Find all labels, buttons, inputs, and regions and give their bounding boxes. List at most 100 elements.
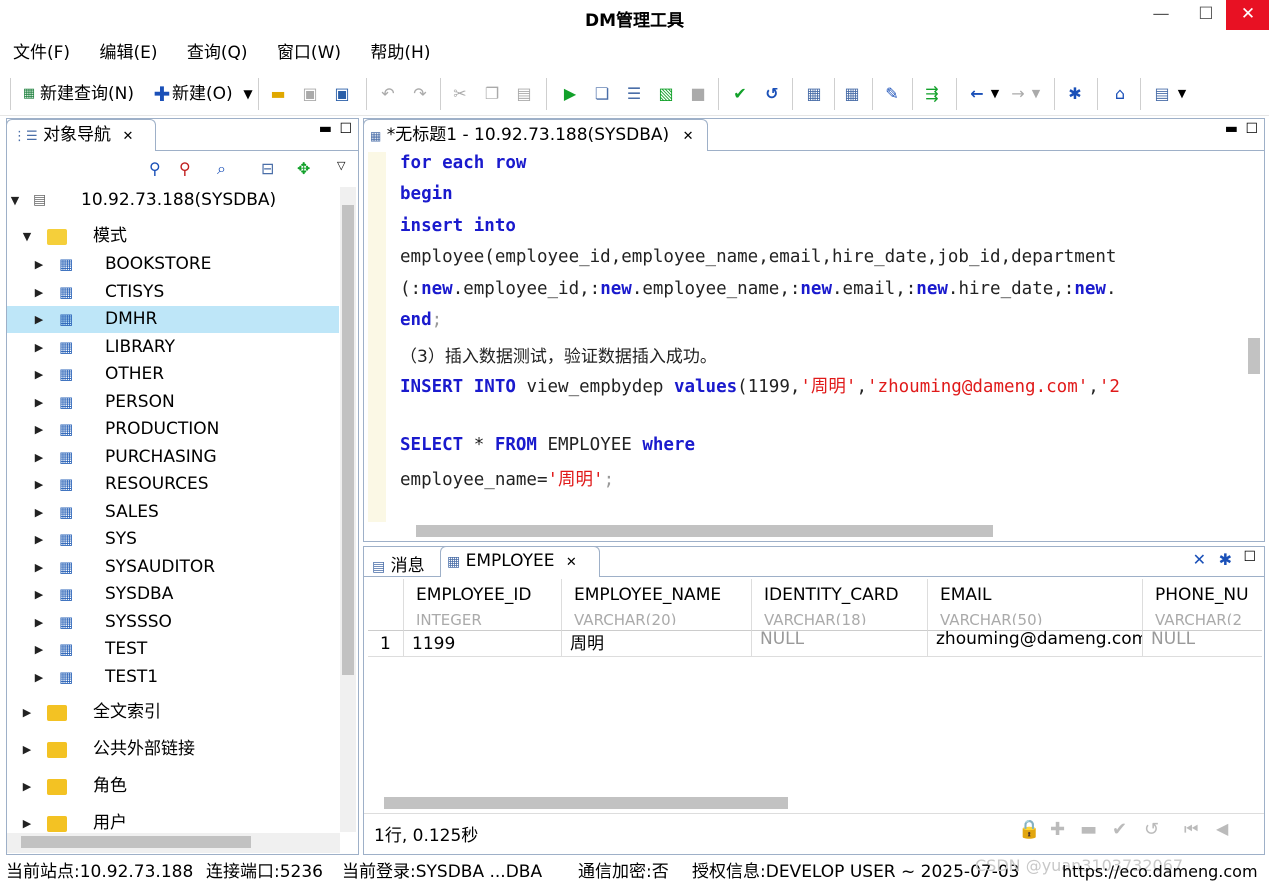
expand-arrow-icon[interactable]: ▶ — [33, 306, 45, 333]
expand-arrow-icon[interactable]: ▶ — [33, 444, 45, 471]
search-icon[interactable]: ⌕ — [217, 159, 226, 179]
save-changes-icon[interactable]: ✔ — [1112, 819, 1127, 840]
execute-selection-icon[interactable]: ☰ — [624, 84, 644, 104]
expand-arrow-icon[interactable]: ▶ — [33, 361, 45, 388]
tree-horizontal-scrollbar[interactable] — [7, 833, 340, 853]
minimize-button[interactable]: — — [1139, 0, 1183, 30]
expand-arrow-icon[interactable]: ▶ — [21, 699, 33, 726]
menu-file[interactable]: 文件(F) — [13, 38, 70, 68]
bug-icon[interactable]: ✱ — [1065, 84, 1085, 104]
expand-arrow-icon[interactable]: ▶ — [33, 636, 45, 663]
editor-horizontal-scrollbar[interactable] — [400, 523, 1246, 539]
tree-folder-users[interactable]: ▶ 用户 — [7, 810, 339, 833]
column-header[interactable]: IDENTITY_CARD VARCHAR(18) — [752, 579, 928, 631]
home-icon[interactable]: ⌂ — [1110, 84, 1130, 104]
lock-icon[interactable]: 🔒 — [1018, 819, 1040, 840]
close-tab-icon[interactable]: ✕ — [566, 555, 577, 570]
tree-folder-public-link[interactable]: ▶ 公共外部链接 — [7, 736, 339, 763]
row-number[interactable]: 1 — [368, 631, 404, 657]
tree-schema-item[interactable]: ▶ ▦ OTHER — [7, 361, 339, 388]
connect-icon[interactable]: ⚲ — [149, 159, 161, 178]
pin-icon[interactable]: ✕ — [1193, 550, 1206, 569]
table-cell[interactable]: zhouming@dameng.com — [928, 631, 1143, 657]
tree-folder-roles[interactable]: ▶ 角色 — [7, 773, 339, 800]
rollback-icon[interactable]: ↺ — [762, 84, 782, 104]
expand-arrow-icon[interactable]: ▶ — [33, 664, 45, 691]
tree-schema-item[interactable]: ▶ ▦ SYS — [7, 526, 339, 553]
layout-dropdown-icon[interactable]: ▼ — [1172, 84, 1192, 104]
first-page-icon[interactable]: ⏮ — [1184, 819, 1198, 839]
expand-arrow-icon[interactable]: ▶ — [33, 554, 45, 581]
expand-arrow-icon[interactable]: ▶ — [21, 810, 33, 833]
minimize-view-icon[interactable]: ▬ — [1225, 121, 1238, 137]
explain-icon[interactable]: ▧ — [656, 84, 676, 104]
tree-schema-item[interactable]: ▶ ▦ RESOURCES — [7, 471, 339, 498]
table-cell[interactable]: 1199 — [404, 631, 562, 657]
commit-icon[interactable]: ✔ — [730, 84, 750, 104]
grid-horizontal-scrollbar[interactable] — [368, 795, 1248, 811]
tree-schema-item[interactable]: ▶ ▦ TEST — [7, 636, 339, 663]
maximize-view-icon[interactable]: ☐ — [1245, 121, 1258, 137]
status-url[interactable]: https://eco.dameng.com — [1062, 857, 1258, 887]
tab-employee-result[interactable]: ▦ EMPLOYEE ✕ — [440, 546, 600, 577]
expand-arrow-icon[interactable]: ▶ — [33, 279, 45, 306]
column-header[interactable]: EMAIL VARCHAR(50) — [928, 579, 1143, 631]
expand-arrow-icon[interactable]: ▶ — [33, 499, 45, 526]
new-button[interactable]: 新建(O) — [172, 81, 233, 107]
expand-arrow-icon[interactable]: ▶ — [33, 609, 45, 636]
delete-row-icon[interactable]: ▬ — [1080, 819, 1097, 840]
forward-icon[interactable]: → — [1008, 84, 1028, 104]
dropdown-icon[interactable]: ▼ — [238, 84, 258, 104]
tree-schema-item[interactable]: ▶ ▦ SALES — [7, 499, 339, 526]
schedule-icon[interactable]: ▦ — [842, 84, 862, 104]
tree-folder-schema[interactable]: ▼ 模式 — [7, 223, 339, 250]
tree-vertical-scrollbar[interactable] — [340, 187, 356, 832]
tab-object-navigator[interactable]: ⋮☰ 对象导航 ✕ — [6, 119, 156, 151]
save-all-icon[interactable]: ▣ — [332, 84, 352, 104]
maximize-view-icon[interactable]: ☐ — [1243, 549, 1256, 565]
table-cell[interactable]: 周明 — [562, 631, 752, 657]
expand-arrow-icon[interactable]: ▶ — [33, 581, 45, 608]
collapse-arrow-icon[interactable]: ▼ — [21, 223, 33, 250]
expand-arrow-icon[interactable]: ▶ — [33, 389, 45, 416]
minimize-view-icon[interactable]: ▬ — [319, 121, 332, 137]
forward-dropdown-icon[interactable]: ▼ — [1026, 84, 1046, 104]
tree-folder-fulltext[interactable]: ▶ 全文索引 — [7, 699, 339, 726]
debug-icon[interactable]: ⇶ — [922, 84, 942, 104]
close-tab-icon[interactable]: ✕ — [122, 129, 133, 144]
collapse-all-icon[interactable]: ⊟ — [261, 159, 274, 178]
table-cell[interactable]: NULL — [1143, 631, 1262, 657]
menu-edit[interactable]: 编辑(E) — [99, 38, 157, 68]
expand-arrow-icon[interactable]: ▶ — [33, 416, 45, 443]
collapse-arrow-icon[interactable]: ▼ — [9, 187, 21, 214]
expand-icon[interactable]: ✥ — [297, 159, 310, 178]
expand-arrow-icon[interactable]: ▶ — [33, 471, 45, 498]
save-icon[interactable]: ▣ — [300, 84, 320, 104]
tree-schema-item[interactable]: ▶ ▦ PRODUCTION — [7, 416, 339, 443]
expand-arrow-icon[interactable]: ▶ — [33, 251, 45, 278]
maximize-button[interactable]: ☐ — [1184, 0, 1228, 30]
column-header[interactable]: EMPLOYEE_NAME VARCHAR(20) — [562, 579, 752, 631]
tree-schema-item[interactable]: ▶ ▦ BOOKSTORE — [7, 251, 339, 278]
tree-schema-item[interactable]: ▶ ▦ SYSSSO — [7, 609, 339, 636]
column-header[interactable]: PHONE_NU VARCHAR(2 — [1143, 579, 1262, 631]
menu-window[interactable]: 窗口(W) — [277, 38, 341, 68]
tree-schema-item[interactable]: ▶ ▦ TEST1 — [7, 664, 339, 691]
cut-icon[interactable]: ✂ — [450, 84, 470, 104]
new-query-button[interactable]: 新建查询(N) — [40, 81, 134, 107]
expand-arrow-icon[interactable]: ▶ — [33, 526, 45, 553]
table-cell[interactable]: NULL — [752, 631, 928, 657]
editor-vertical-scrollbar[interactable] — [1246, 152, 1262, 522]
tree-connection[interactable]: ▼ ▤ 10.92.73.188(SYSDBA) — [7, 187, 339, 214]
redo-icon[interactable]: ↷ — [410, 84, 430, 104]
undo-icon[interactable]: ↶ — [378, 84, 398, 104]
unpin-icon[interactable]: ✱ — [1219, 550, 1232, 569]
expand-arrow-icon[interactable]: ▶ — [33, 334, 45, 361]
back-dropdown-icon[interactable]: ▼ — [985, 84, 1005, 104]
expand-arrow-icon[interactable]: ▶ — [21, 773, 33, 800]
expand-arrow-icon[interactable]: ▶ — [21, 736, 33, 763]
tree-schema-item[interactable]: ▶ ▦ PERSON — [7, 389, 339, 416]
stop-icon[interactable]: ■ — [688, 84, 708, 104]
tree-schema-item[interactable]: ▶ ▦ CTISYS — [7, 279, 339, 306]
open-folder-icon[interactable]: ▬ — [268, 84, 288, 104]
